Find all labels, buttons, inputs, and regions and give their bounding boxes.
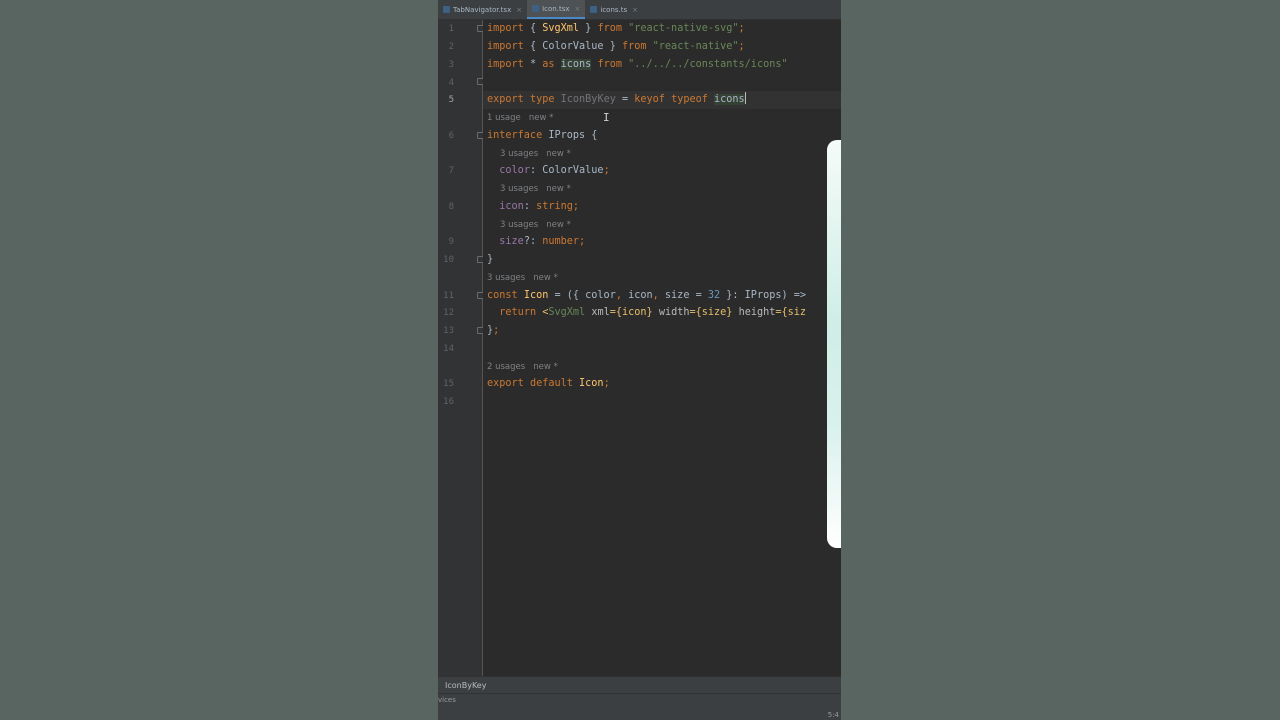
- usage-hint[interactable]: 1 usage new *: [487, 109, 553, 127]
- code-line: const Icon = ({ color, icon, size = 32 }…: [487, 290, 807, 301]
- code-line: icon: string;: [499, 201, 580, 212]
- code-line-current: export type IconByKey = keyof typeof ico…: [483, 91, 841, 109]
- line-number: 3: [448, 60, 454, 70]
- tab-label: TabNavigator.tsx: [453, 5, 512, 14]
- close-icon[interactable]: ×: [632, 6, 638, 14]
- status-left-text[interactable]: vices: [438, 696, 456, 704]
- side-overlay-panel: [827, 140, 841, 548]
- tab-label: Icon.tsx: [542, 4, 570, 13]
- usage-hint[interactable]: 3 usages new *: [500, 216, 571, 234]
- usage-hint[interactable]: 3 usages new *: [487, 269, 558, 287]
- line-number: 1: [448, 24, 454, 34]
- code-line: import { SvgXml } from "react-native-svg…: [487, 23, 745, 34]
- code-line: export default Icon;: [487, 378, 610, 389]
- line-number: 5: [448, 95, 454, 105]
- usage-hint[interactable]: 3 usages new *: [500, 145, 571, 163]
- code-editor[interactable]: import { SvgXml } from "react-native-svg…: [483, 20, 841, 676]
- code-line: import * as icons from "../../../constan…: [487, 59, 788, 70]
- close-icon[interactable]: ×: [516, 6, 522, 14]
- code-line: return <SvgXml xml={icon} width={size} h…: [499, 307, 807, 318]
- line-number: 10: [443, 255, 454, 265]
- line-number: 15: [443, 379, 454, 389]
- close-icon[interactable]: ×: [575, 5, 581, 13]
- line-number: 9: [448, 237, 454, 247]
- line-number: 13: [443, 326, 454, 336]
- code-line: size?: number;: [499, 236, 586, 247]
- text-cursor-icon: I: [603, 112, 610, 124]
- line-number: 11: [443, 291, 454, 301]
- typescript-file-icon: [590, 6, 598, 13]
- tab-label: icons.ts: [600, 5, 628, 14]
- usage-hint[interactable]: 3 usages new *: [500, 180, 571, 198]
- ide-window: TabNavigator.tsx × Icon.tsx × icons.ts ×…: [438, 0, 841, 720]
- breadcrumb[interactable]: IconByKey: [438, 676, 841, 693]
- code-line: }: [487, 254, 494, 265]
- line-number: 8: [448, 202, 454, 212]
- code-line: };: [487, 325, 500, 336]
- editor-tab-bar: TabNavigator.tsx × Icon.tsx × icons.ts ×: [438, 0, 841, 20]
- typescript-file-icon: [443, 6, 450, 13]
- line-number: 14: [443, 344, 454, 354]
- line-number: 16: [443, 397, 454, 407]
- line-number: 12: [443, 308, 454, 318]
- cursor-position[interactable]: 5:4: [828, 711, 839, 719]
- typescript-file-icon: [532, 5, 540, 12]
- line-number: 7: [448, 166, 454, 176]
- code-line: interface IProps {: [487, 130, 598, 141]
- code-line: color: ColorValue;: [499, 165, 610, 176]
- code-line: import { ColorValue } from "react-native…: [487, 41, 745, 52]
- tab-icon-tsx[interactable]: Icon.tsx ×: [527, 0, 586, 19]
- usage-hint[interactable]: 2 usages new *: [487, 358, 558, 376]
- line-number: 6: [448, 131, 454, 141]
- tab-tabnavigator[interactable]: TabNavigator.tsx ×: [438, 0, 527, 19]
- line-number-gutter: 1 2 3 4 5 6 7 8 9 10 11 12 13 14 15 16: [438, 20, 484, 676]
- line-number: 4: [448, 78, 454, 88]
- tab-icons-ts[interactable]: icons.ts ×: [585, 0, 643, 19]
- status-bar: vices 5:4: [438, 693, 841, 720]
- line-number: 2: [448, 42, 454, 52]
- text-caret: [744, 92, 746, 104]
